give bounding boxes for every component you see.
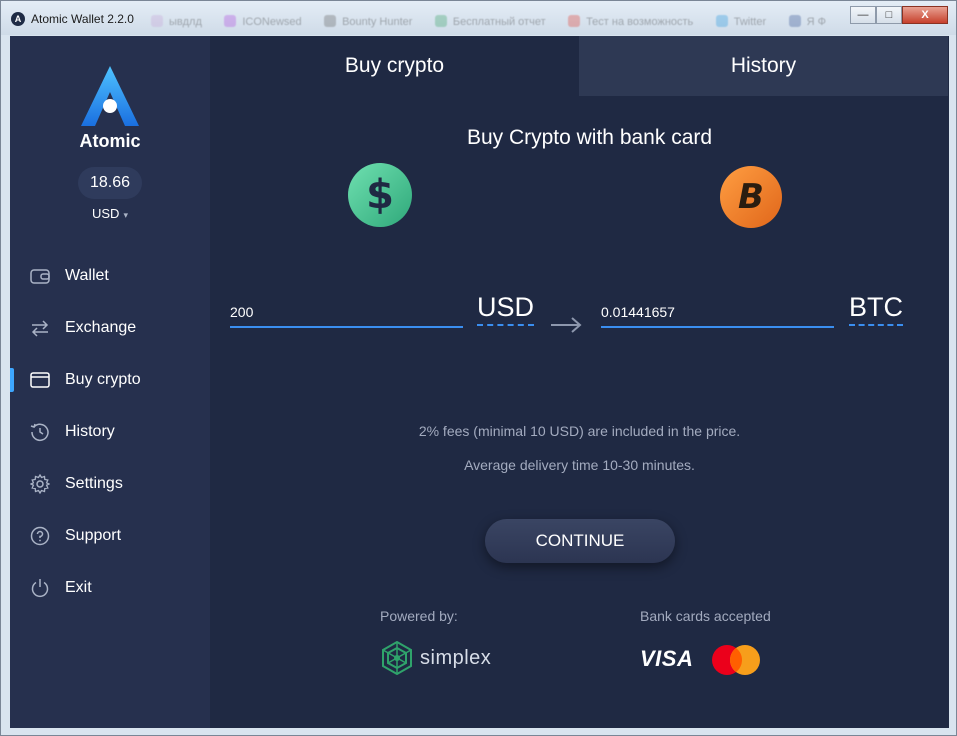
atomic-logo-icon [81, 66, 139, 126]
wallet-icon [30, 266, 50, 286]
sidebar-item-label: Exit [65, 579, 92, 596]
app-icon: A [11, 12, 25, 26]
exchange-icon [30, 318, 50, 338]
usd-coin-icon: $ [348, 163, 412, 227]
sidebar: Atomic 18.66 USD ▾ Wallet Exchange Buy c… [10, 36, 210, 728]
gear-icon [30, 474, 50, 494]
power-icon [30, 578, 50, 598]
background-tab: Тест на возможность [568, 15, 693, 28]
crypto-currency-selector[interactable]: BTC [849, 292, 903, 326]
sidebar-item-label: Buy crypto [65, 371, 141, 388]
help-icon [30, 526, 50, 546]
background-tab: Бесплатный отчет [434, 15, 546, 28]
simplex-icon [382, 641, 412, 675]
simplex-wordmark: simplex [420, 646, 492, 669]
sidebar-item-label: History [65, 423, 115, 440]
fee-note: 2% fees (minimal 10 USD) are included in… [418, 423, 741, 439]
bitcoin-sign: B [738, 177, 764, 217]
sidebar-item-label: Wallet [65, 267, 109, 284]
app-content: Atomic 18.66 USD ▾ Wallet Exchange Buy c… [10, 36, 949, 728]
visa-logo: VISA [640, 646, 694, 671]
maximize-button[interactable]: □ [876, 6, 902, 24]
tab-buy-crypto[interactable]: Buy crypto [210, 36, 579, 96]
sidebar-item-buy-crypto[interactable]: Buy crypto [10, 354, 210, 406]
sidebar-item-settings[interactable]: Settings [10, 458, 210, 510]
title-bar[interactable]: A Atomic Wallet 2.2.0 ывдлд ICONewsed Bo… [1, 1, 956, 35]
buy-crypto-panel: Buy Crypto with bank card $ B 200 USD 0.… [210, 96, 949, 728]
chevron-down-icon: ▾ [123, 210, 128, 220]
bitcoin-coin-icon: B [720, 166, 782, 228]
sidebar-item-exit[interactable]: Exit [10, 562, 210, 614]
minimize-button[interactable]: — [850, 6, 876, 24]
sidebar-nav: Wallet Exchange Buy crypto History Setti… [10, 250, 210, 614]
delivery-note: Average delivery time 10-30 minutes. [464, 457, 695, 473]
background-browser-tabs: ывдлд ICONewsed Bounty Hunter Бесплатный… [151, 12, 841, 28]
page-title: Buy Crypto with bank card [466, 126, 713, 149]
sidebar-item-wallet[interactable]: Wallet [10, 250, 210, 302]
background-tab: ывдлд [151, 15, 202, 28]
window-title: Atomic Wallet 2.2.0 [31, 12, 134, 26]
dollar-sign: $ [366, 172, 394, 218]
crypto-amount-input[interactable]: 0.01441657 [601, 296, 834, 328]
sidebar-item-label: Exchange [65, 319, 137, 336]
tab-history[interactable]: History [579, 36, 948, 96]
continue-button[interactable]: CONTINUE [485, 519, 675, 563]
background-tab: Я Ф [788, 15, 826, 28]
card-icon [30, 370, 50, 390]
sidebar-item-support[interactable]: Support [10, 510, 210, 562]
sidebar-item-history[interactable]: History [10, 406, 210, 458]
mastercard-logo-icon [712, 645, 760, 675]
currency-selector[interactable]: USD ▾ [10, 206, 210, 221]
close-button[interactable]: X [902, 6, 948, 24]
fiat-amount-input[interactable]: 200 [230, 296, 463, 328]
top-tabs: Buy crypto History [210, 36, 949, 96]
background-tab: Twitter [715, 15, 766, 28]
background-tab: ICONewsed [224, 15, 302, 28]
window-controls: — □ X [850, 6, 948, 24]
sidebar-item-label: Settings [65, 475, 123, 492]
sidebar-item-label: Support [65, 527, 122, 544]
currency-label: USD [92, 206, 120, 221]
fiat-currency-selector[interactable]: USD [477, 292, 535, 326]
app-window: A Atomic Wallet 2.2.0 ывдлд ICONewsed Bo… [0, 0, 957, 736]
balance-badge: 18.66 [78, 167, 142, 199]
history-icon [30, 422, 50, 442]
arrow-right-icon [551, 317, 582, 333]
brand-name: Atomic [79, 131, 141, 151]
simplex-logo: simplex [380, 641, 491, 675]
powered-by-label: Powered by: [380, 608, 458, 624]
background-tab: Bounty Hunter [324, 15, 412, 28]
cards-accepted-label: Bank cards accepted [640, 608, 771, 624]
sidebar-item-exchange[interactable]: Exchange [10, 302, 210, 354]
